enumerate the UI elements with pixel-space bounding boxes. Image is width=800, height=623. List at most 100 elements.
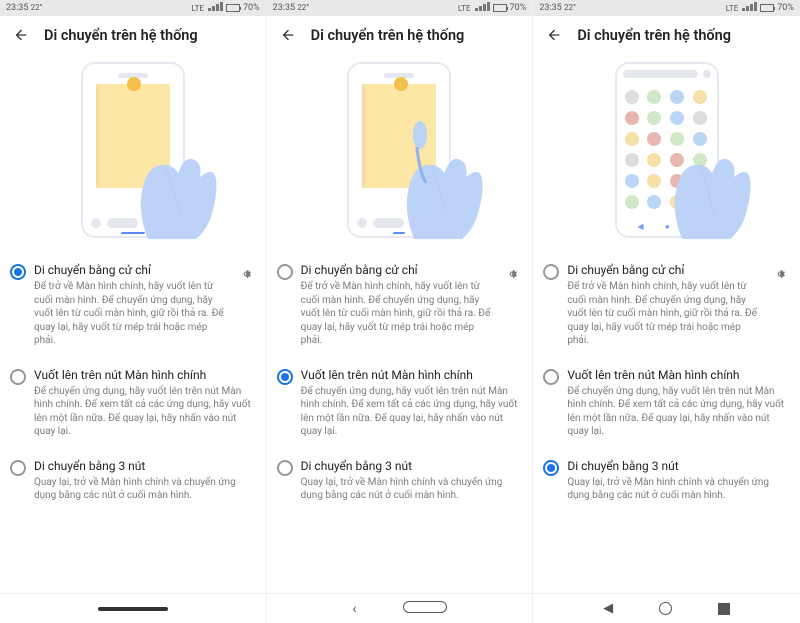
option-three[interactable]: Di chuyển bằng 3 nút Quay lại, trở về Màn… <box>271 449 529 513</box>
radio-gesture[interactable] <box>10 264 26 280</box>
option-gesture[interactable]: Di chuyển bằng cử chỉ Để trở về Màn hình … <box>271 253 529 358</box>
option-title: Di chuyển bằng cử chỉ <box>301 263 497 277</box>
page-title: Di chuyển trên hệ thống <box>311 27 465 44</box>
radio-gesture[interactable] <box>543 264 559 280</box>
option-three[interactable]: Di chuyển bằng 3 nút Quay lại, trở về Màn… <box>4 449 262 513</box>
illus-phone: ◀●■ <box>615 62 719 238</box>
back-button[interactable] <box>545 26 563 44</box>
settings-pane: 23:35 22° LTE 70% Di chuyển trên hệ thống Di… <box>267 0 534 623</box>
option-body: Di chuyển bằng cử chỉ Để trở về Màn hình … <box>301 263 497 348</box>
option-body: Vuốt lên trên nút Màn hình chínhĐể chuyể… <box>34 368 256 439</box>
app-header: Di chuyển trên hệ thống <box>533 16 800 52</box>
signal-icon <box>474 2 490 14</box>
nav-pill[interactable] <box>98 607 168 611</box>
system-nav-bar[interactable]: ‹ <box>267 593 533 623</box>
option-desc: Để chuyển ứng dụng, hãy vuốt lên trên nú… <box>567 385 790 439</box>
option-body: Di chuyển bằng 3 nút Quay lại, trở về Màn… <box>301 459 523 503</box>
option-desc: Quay lại, trở về Màn hình chính và chuyể… <box>34 476 256 503</box>
app-header: Di chuyển trên hệ thống <box>0 16 266 52</box>
option-gesture[interactable]: Di chuyển bằng cử chỉ Để trở về Màn hình … <box>537 253 796 358</box>
option-desc: Quay lại, trở về Màn hình chính và chuyể… <box>567 476 790 503</box>
option-body: Vuốt lên trên nút Màn hình chính Để chuyể… <box>301 368 523 439</box>
settings-pane: 23:35 22° LTE 70% Di chuyển trên hệ thống Di… <box>0 0 267 623</box>
option-title: Di chuyển bằng 3 nút <box>301 459 523 473</box>
option-body: Vuốt lên trên nút Màn hình chính Để chuyể… <box>567 368 790 439</box>
system-nav-bar[interactable]: ◀ <box>533 593 800 623</box>
option-swipe[interactable]: Vuốt lên trên nút Màn hình chính Để chuyể… <box>271 358 529 449</box>
signal-icon <box>741 2 757 14</box>
illus-phone <box>347 62 451 238</box>
status-net: LTE <box>458 4 471 13</box>
option-body: Di chuyển bằng cử chỉ Để trở về Màn hình … <box>567 263 764 348</box>
status-bar: 23:35 22° LTE 70% <box>0 0 266 16</box>
illus-nav-pill <box>121 232 145 234</box>
option-title: Vuốt lên trên nút Màn hình chính <box>301 368 523 382</box>
status-bar: 23:35 22°LTE70% <box>533 0 800 16</box>
nav-back-icon[interactable]: ◀ <box>603 601 613 616</box>
option-title: Di chuyển bằng cử chỉ <box>567 263 764 277</box>
nav-home-icon[interactable] <box>659 602 672 615</box>
battery-icon <box>226 4 240 12</box>
illus-app-grid <box>623 86 711 213</box>
status-time: 23:35 <box>6 3 28 13</box>
status-battery: 70% <box>243 3 260 13</box>
back-button[interactable] <box>12 26 30 44</box>
back-button[interactable] <box>279 26 297 44</box>
radio-gesture[interactable] <box>277 264 293 280</box>
battery-icon <box>760 4 774 12</box>
option-title: Vuốt lên trên nút Màn hình chính <box>34 368 256 382</box>
radio-three[interactable] <box>543 460 559 476</box>
status-temp: 22° <box>31 3 43 12</box>
option-title: Vuốt lên trên nút Màn hình chính <box>567 368 790 382</box>
option-swipe[interactable]: Vuốt lên trên nút Màn hình chínhĐể chuyể… <box>4 358 262 449</box>
app-header: Di chuyển trên hệ thống <box>267 16 533 52</box>
option-desc: Để trở về Màn hình chính, hãy vuốt lên t… <box>567 280 764 348</box>
nav-home-pill[interactable] <box>403 601 447 616</box>
gear-icon[interactable] <box>238 265 256 283</box>
nav-back-icon[interactable]: ‹ <box>352 601 356 617</box>
option-gesture[interactable]: Di chuyển bằng cử chỉ Để trở về Màn hình … <box>4 253 262 358</box>
battery-icon <box>493 4 507 12</box>
illus-nav-pill <box>393 232 405 234</box>
status-bar: 23:35 22° LTE 70% <box>267 0 533 16</box>
status-temp: 22° <box>564 3 576 12</box>
options-list: Di chuyển bằng cử chỉ Để trở về Màn hình … <box>533 247 800 517</box>
system-nav-bar[interactable] <box>0 593 266 623</box>
option-body: Di chuyển bằng 3 nút Quay lại, trở về Màn… <box>34 459 256 503</box>
option-title: Di chuyển bằng cử chỉ <box>34 263 230 277</box>
status-battery: 70% <box>777 3 794 13</box>
illus-three-button-nav: ◀●■ <box>627 222 707 231</box>
status-time: 23:35 <box>539 3 561 13</box>
illustration: ◀●■ <box>533 52 800 247</box>
status-battery: 70% <box>510 3 527 13</box>
illus-note-card <box>96 84 170 188</box>
radio-three[interactable] <box>10 460 26 476</box>
radio-three[interactable] <box>277 460 293 476</box>
status-net: LTE <box>191 4 204 13</box>
radio-swipe[interactable] <box>10 369 26 385</box>
option-desc: Để trở về Màn hình chính, hãy vuốt lên t… <box>301 280 497 348</box>
illus-note-card <box>362 84 436 188</box>
illustration <box>0 52 266 247</box>
option-title: Di chuyển bằng 3 nút <box>567 459 790 473</box>
option-body: Di chuyển bằng cử chỉ Để trở về Màn hình … <box>34 263 230 348</box>
radio-swipe[interactable] <box>543 369 559 385</box>
option-swipe[interactable]: Vuốt lên trên nút Màn hình chính Để chuyể… <box>537 358 796 449</box>
nav-recents-icon[interactable] <box>718 603 730 615</box>
radio-swipe[interactable] <box>277 369 293 385</box>
option-desc: Để chuyển ứng dụng, hãy vuốt lên trên nú… <box>301 385 523 439</box>
gear-icon[interactable] <box>504 265 522 283</box>
option-title: Di chuyển bằng 3 nút <box>34 459 256 473</box>
option-three[interactable]: Di chuyển bằng 3 nút Quay lại, trở về Màn… <box>537 449 796 513</box>
status-time: 23:35 <box>273 3 295 13</box>
options-list: Di chuyển bằng cử chỉ Để trở về Màn hình … <box>0 247 266 517</box>
illustration <box>267 52 533 247</box>
settings-pane: 23:35 22°LTE70%Di chuyển trên hệ thống ◀●… <box>533 0 800 623</box>
page-title: Di chuyển trên hệ thống <box>44 27 198 44</box>
status-temp: 22° <box>297 3 309 12</box>
option-desc: Quay lại, trở về Màn hình chính và chuyể… <box>301 476 523 503</box>
option-desc: Để trở về Màn hình chính, hãy vuốt lên t… <box>34 280 230 348</box>
illus-phone <box>81 62 185 238</box>
gear-icon[interactable] <box>772 265 790 283</box>
option-body: Di chuyển bằng 3 nút Quay lại, trở về Màn… <box>567 459 790 503</box>
